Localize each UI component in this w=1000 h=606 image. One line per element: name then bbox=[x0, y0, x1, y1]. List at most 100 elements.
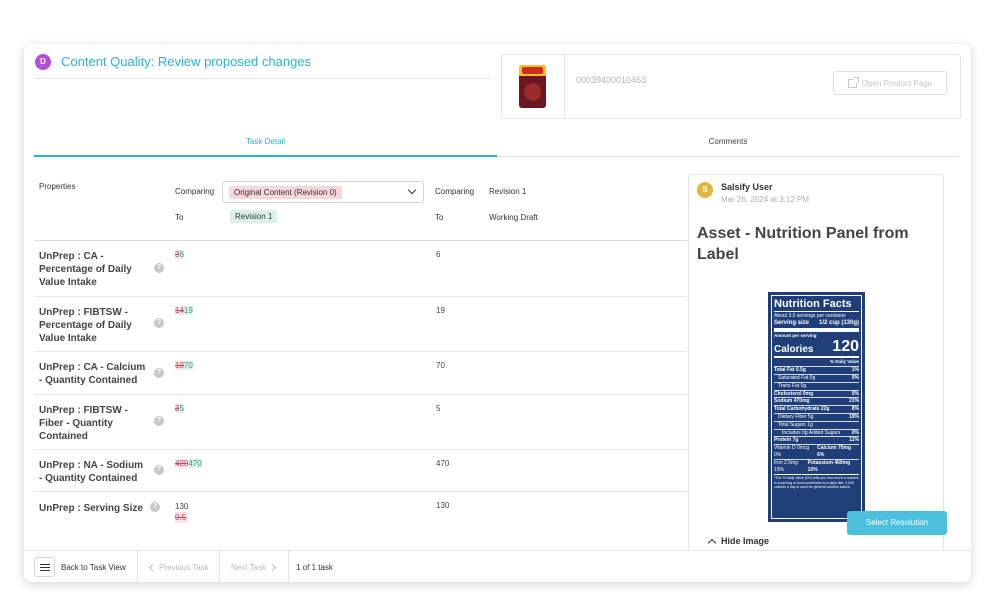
nutrient-name: Total Carbohydrate 22g bbox=[774, 406, 830, 413]
select-resolution-button[interactable]: Select Resolution bbox=[847, 511, 947, 535]
nutrition-line: Cholesterol 0mg 0% bbox=[774, 389, 859, 398]
tab-divider bbox=[497, 156, 959, 157]
bean-can-image bbox=[519, 65, 546, 108]
nutrient-daily-value: 0% bbox=[851, 374, 859, 381]
help-icon[interactable]: ? bbox=[154, 263, 164, 273]
nutrient-name: Saturated Fat 0g bbox=[778, 374, 816, 381]
open-product-page-label: Open Product Page bbox=[861, 78, 933, 88]
nutrition-line: Total Fat 0.5g 1% bbox=[774, 366, 859, 374]
revision-1-tag: Revision 1 bbox=[230, 210, 278, 223]
nutrient-name: Includes 0g Added Sugars bbox=[782, 429, 841, 436]
property-label: UnPrep : FIBTSW - Percentage of Daily Va… bbox=[39, 307, 132, 344]
table-row: UnPrep : FIBTSW - Fiber - Quantity Conta… bbox=[34, 395, 687, 450]
nutrition-line: Iron 2.5mg 15% Potassium 460mg 10% bbox=[774, 458, 859, 474]
property-label: UnPrep : NA - Sodium - Quantity Containe… bbox=[39, 460, 144, 484]
back-to-task-view-link[interactable]: Back to Task View bbox=[61, 563, 126, 572]
current-value: 70 bbox=[436, 361, 445, 370]
nutrient-daily-value: 11% bbox=[849, 437, 859, 444]
table-row: UnPrep : CA - Calcium - Quantity Contain… bbox=[34, 352, 687, 395]
current-value: 5 bbox=[436, 404, 441, 413]
nutrition-line: Saturated Fat 0g 0% bbox=[774, 373, 859, 382]
nutrient-name: Protein 7g bbox=[774, 437, 799, 444]
previous-task-button[interactable]: Previous Task bbox=[148, 563, 209, 572]
table-row: UnPrep : CA - Percentage of Daily Value … bbox=[34, 241, 687, 297]
title-divider bbox=[34, 78, 490, 79]
nutrient-name: Sodium 470mg bbox=[774, 398, 810, 405]
help-icon[interactable]: ? bbox=[154, 318, 164, 328]
inserted-value: 130 bbox=[175, 502, 189, 511]
properties-heading: Properties bbox=[39, 182, 76, 191]
chevron-up-icon bbox=[707, 538, 717, 547]
nutrition-title: Nutrition Facts bbox=[774, 298, 852, 310]
task-footer: Back to Task View Previous Task Next Tas… bbox=[24, 550, 971, 582]
nutrient-name: Trans Fat 0g bbox=[778, 382, 807, 389]
diff-value: 130 0.5 bbox=[175, 501, 189, 523]
assignee-avatar: D bbox=[35, 54, 51, 70]
help-icon[interactable]: ? bbox=[154, 368, 164, 378]
nutrition-line: Dietary Fiber 5g 19% bbox=[774, 412, 859, 421]
nutrient-daily-value: 21% bbox=[848, 398, 859, 405]
inserted-value: 5 bbox=[179, 404, 184, 413]
deleted-value: 14 bbox=[175, 306, 184, 315]
diff-value: 1419 bbox=[175, 306, 193, 315]
comment-author: Salsify User bbox=[721, 182, 773, 192]
inserted-value: 6 bbox=[179, 250, 184, 259]
chevron-down-icon bbox=[407, 185, 417, 195]
nutrition-line: Trans Fat 0g bbox=[774, 381, 859, 390]
external-link-icon bbox=[847, 76, 859, 88]
current-value: 470 bbox=[436, 459, 450, 468]
nutrient-name: Total Fat 0.5g bbox=[774, 367, 806, 374]
calories-value: 120 bbox=[832, 338, 859, 356]
to-label-left: To bbox=[175, 213, 184, 222]
nutrition-line: Vitamin D 0mcg 0% Calcium 70mg 6% bbox=[774, 444, 859, 459]
nutrition-line: Total Carbohydrate 22g 8% bbox=[774, 405, 859, 413]
daily-value-header: % Daily Value bbox=[829, 359, 859, 365]
comment-title: Asset - Nutrition Panel from Label bbox=[697, 225, 909, 263]
help-icon[interactable]: ? bbox=[154, 465, 164, 475]
inserted-value: 470 bbox=[188, 459, 202, 468]
to-label-right: To bbox=[435, 213, 444, 222]
nutrition-lines: Total Fat 0.5g 1% Saturated Fat 0g 0% Trans … bbox=[774, 366, 859, 473]
comparing-label-left: Comparing bbox=[175, 187, 215, 196]
nutrient-name: Dietary Fiber 5g bbox=[778, 413, 814, 420]
inserted-value: 19 bbox=[183, 306, 193, 315]
nutrition-line: Includes 0g Added Sugars 0% bbox=[774, 428, 859, 437]
chevron-left-icon bbox=[148, 563, 157, 572]
serving-size-label: Serving size bbox=[774, 319, 810, 326]
property-label: UnPrep : CA - Calcium - Quantity Contain… bbox=[39, 362, 146, 386]
nutrition-panel-image[interactable]: Nutrition Facts About 3.5 servings per c… bbox=[768, 292, 865, 522]
user-avatar: S bbox=[697, 182, 713, 198]
open-product-page-button[interactable]: Open Product Page bbox=[833, 71, 947, 95]
tab-comments[interactable]: Comments bbox=[497, 137, 959, 146]
comparing-label-right: Comparing bbox=[435, 187, 475, 196]
task-count: 1 of 1 task bbox=[296, 563, 333, 572]
chevron-right-icon bbox=[268, 563, 277, 572]
help-icon[interactable]: ? bbox=[150, 502, 160, 512]
right-comparing-value: Revision 1 bbox=[489, 187, 527, 196]
nutrient-daily-value: 19% bbox=[848, 413, 859, 420]
revision-select[interactable]: Original Content (Revision 0) bbox=[222, 181, 424, 203]
nutrient-daily-value: 0% bbox=[851, 390, 859, 397]
deleted-value: 420 bbox=[175, 459, 189, 468]
hide-image-toggle[interactable]: Hide Image bbox=[707, 536, 770, 547]
task-card: D Content Quality: Review proposed chang… bbox=[24, 44, 971, 582]
tab-task-detail[interactable]: Task Detail bbox=[34, 137, 497, 146]
nutrient-name: Total Sugars 1g bbox=[778, 421, 813, 428]
nutrient-daily-value: 8% bbox=[851, 406, 859, 413]
current-value: 19 bbox=[436, 306, 445, 315]
nutrition-line: Protein 7g 11% bbox=[774, 436, 859, 444]
active-tab-indicator bbox=[34, 155, 497, 157]
right-to-value: Working Draft bbox=[489, 213, 538, 222]
nutrient-daily-value: 1% bbox=[851, 367, 859, 374]
hide-image-label: Hide Image bbox=[721, 536, 770, 546]
nutrition-line: Sodium 470mg 21% bbox=[774, 397, 859, 405]
product-thumbnail[interactable] bbox=[502, 55, 565, 118]
next-task-button[interactable]: Next Task bbox=[231, 563, 277, 572]
help-icon[interactable]: ? bbox=[154, 416, 164, 426]
list-view-icon[interactable] bbox=[34, 557, 55, 577]
inserted-value: 70 bbox=[183, 361, 193, 370]
servings-per-container: About 3.5 servings per container bbox=[774, 313, 846, 319]
nutrition-line: Total Sugars 1g bbox=[774, 420, 859, 429]
deleted-value: 10 bbox=[175, 361, 184, 370]
comment-timestamp: Mar 26, 2024 at 3:12 PM bbox=[721, 195, 810, 204]
